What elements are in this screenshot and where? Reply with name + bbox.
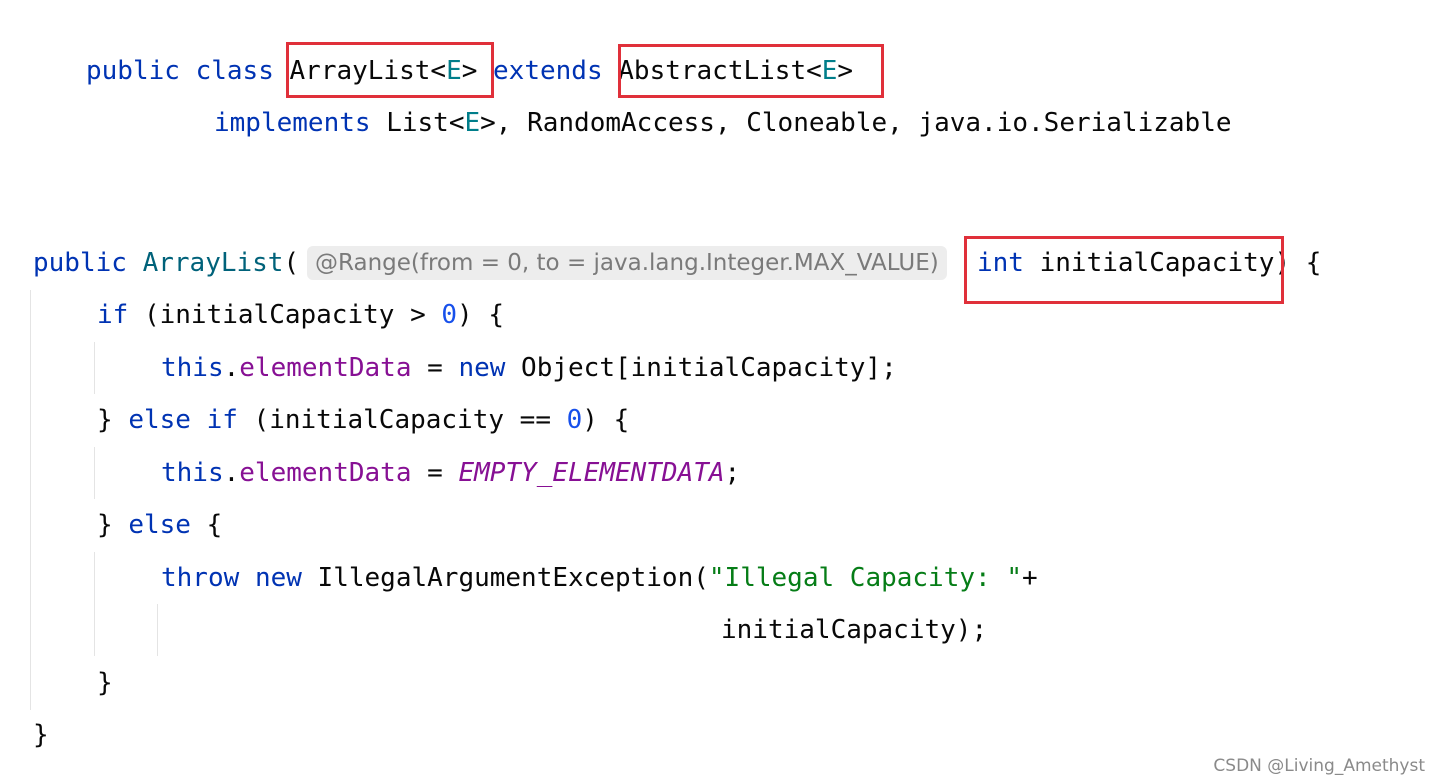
code-line-else-if: } else if (initialCapacity == 0) { [97,403,629,437]
assign-operator: = [411,458,459,488]
class-name: ArrayList [289,56,431,86]
throw-argument-continuation: initialCapacity); [721,615,988,645]
keyword-new: new [458,353,506,383]
type-parameter: E [446,56,462,86]
keyword-else: else [128,510,191,540]
dot: . [223,458,240,488]
close-brace: } [97,668,113,698]
super-generic-close: > [837,56,854,86]
constructor-name: ArrayList [142,248,284,278]
superclass-name: AbstractList [618,56,807,86]
assign-operator: = [411,353,459,383]
keyword-int: int [977,248,1024,278]
indent-guide-if [94,342,95,394]
close-paren-brace: ) { [1274,248,1322,278]
keyword-extends: extends [493,56,603,86]
number-zero: 0 [441,300,458,330]
open-brace: { [190,510,223,540]
code-line-else: } else { [97,508,222,542]
code-line-constructor-part2: int initialCapacity) { [977,246,1321,280]
open-paren: ( [283,248,300,278]
super-generic-open: < [806,56,822,86]
code-line-if: if (initialCapacity > 0) { [97,298,504,332]
code-line-constructor-part1: public ArrayList( [33,246,299,280]
keyword-implements: implements [214,108,371,138]
elseif-condition-open: (initialCapacity == [237,405,567,435]
code-line-close-method: } [33,718,49,752]
code-line-assign-empty: this.elementData = EMPTY_ELEMENTDATA; [161,456,740,490]
dot: . [223,353,240,383]
code-line-throw: throw new IllegalArgumentException("Ille… [161,561,1038,595]
interface-type-parameter: E [464,108,481,138]
indent-guide-elseif [94,447,95,499]
constant-empty-elementdata: EMPTY_ELEMENTDATA [458,458,725,488]
keyword-if: if [97,300,129,330]
plus-operator: + [1021,563,1038,593]
keyword-class: class [195,56,274,86]
code-line-throw-continuation: initialCapacity); [721,613,987,647]
field-element-data: elementData [239,353,412,383]
indent-guide-throw [157,604,158,656]
keyword-throw: throw [161,563,240,593]
parameter-name: initialCapacity [1039,248,1275,278]
indent-guide-else [94,552,95,656]
interface-rest: >, RandomAccess, Cloneable, java.io.Seri… [480,108,1232,138]
code-line-implements: implements List<E>, RandomAccess, Clonea… [214,106,1232,140]
super-type-parameter: E [821,56,838,86]
elseif-condition-close: ) { [582,405,630,435]
if-condition-open: (initialCapacity > [128,300,442,330]
keyword-public: public [33,248,127,278]
keyword-public: public [86,56,180,86]
keyword-else: else [128,405,191,435]
generic-close: > [461,56,478,86]
if-condition-close: ) { [457,300,505,330]
string-literal: "Illegal Capacity: " [708,563,1022,593]
semicolon: ; [724,458,741,488]
generic-open: < [430,56,447,86]
inlay-annotation-hint[interactable]: @Range(from = 0, to = java.lang.Integer.… [307,246,947,280]
keyword-new: new [254,563,302,593]
interface-list: List [386,108,449,138]
interface-generic-open: < [448,108,465,138]
code-line-assign-new-array: this.elementData = new Object[initialCap… [161,351,897,385]
new-array-expression: Object[initialCapacity]; [505,353,897,383]
close-brace: } [97,405,129,435]
indent-guide-method [30,290,31,710]
code-line-class-declaration: public class ArrayList<E> extends Abstra… [86,54,853,88]
watermark: CSDN @Living_Amethyst [1213,756,1425,776]
keyword-this: this [161,458,224,488]
code-line-close-if: } [97,666,113,700]
close-brace: } [33,720,49,750]
number-zero: 0 [566,405,583,435]
keyword-if: if [206,405,238,435]
exception-constructor: IllegalArgumentException( [301,563,709,593]
field-element-data: elementData [239,458,412,488]
keyword-this: this [161,353,224,383]
close-brace: } [97,510,129,540]
